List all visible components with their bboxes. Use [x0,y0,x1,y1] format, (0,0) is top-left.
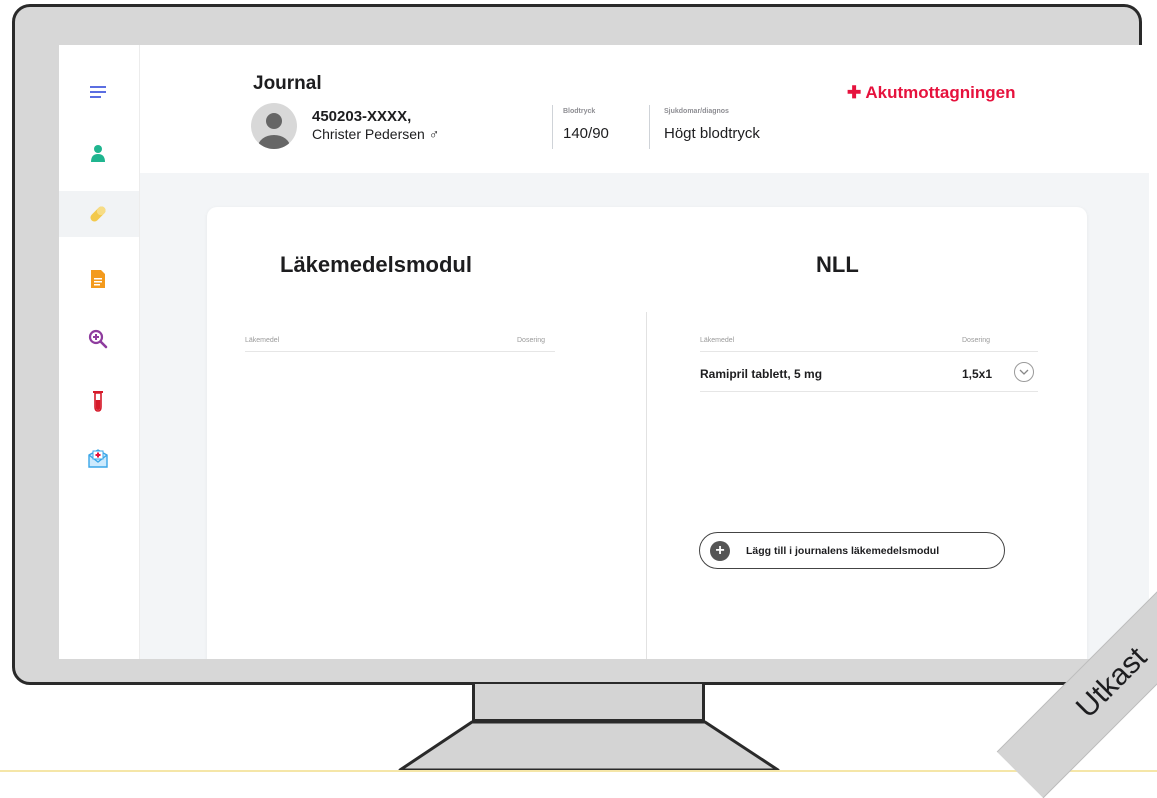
floor-line [0,770,1157,772]
monitor-base [398,720,780,772]
